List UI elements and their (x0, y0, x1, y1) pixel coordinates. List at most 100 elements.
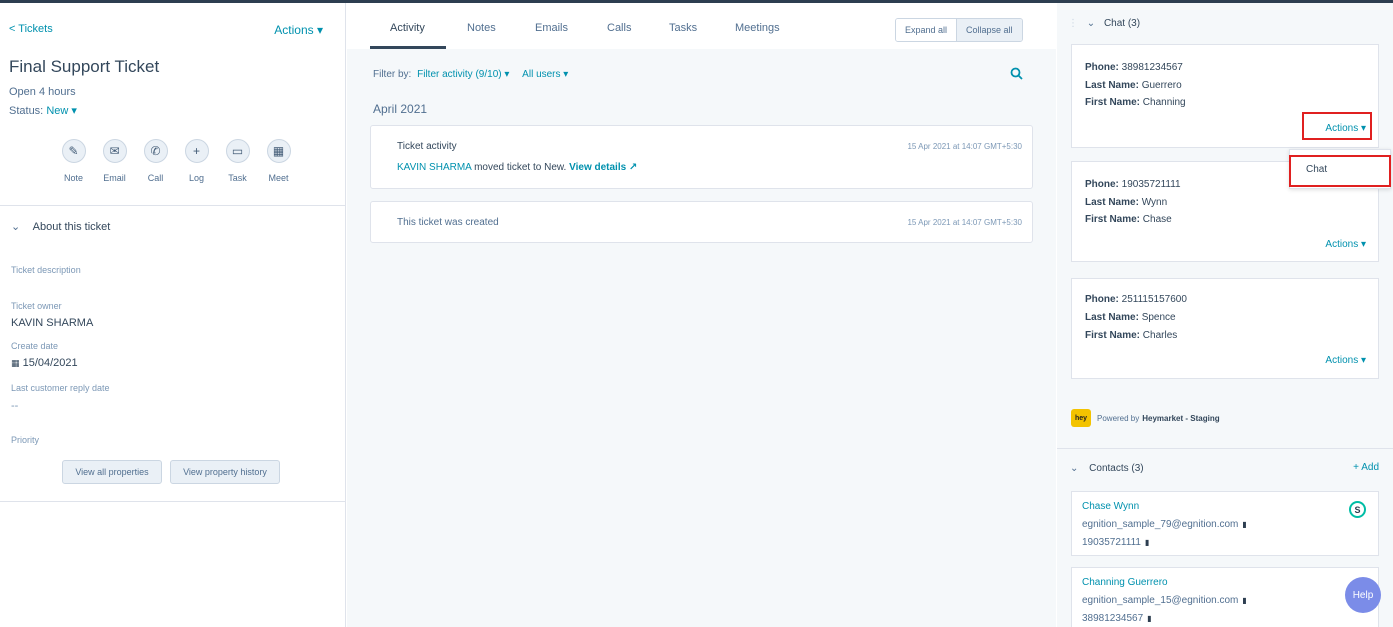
activity-description: KAVIN SHARMA moved ticket to New. View d… (397, 162, 637, 173)
priority-label: Priority (11, 435, 40, 445)
powered-name: Heymarket - Staging (1142, 413, 1220, 423)
divider (0, 205, 345, 206)
copy-icon[interactable]: ▮ (1145, 538, 1149, 547)
drag-handle-icon[interactable]: ⋮ (1068, 18, 1078, 29)
activity-tabs: Activity Notes Emails Calls Tasks Meetin… (347, 3, 1056, 49)
chat-actions-dropdown[interactable]: Actions ▾ (1325, 355, 1366, 366)
create-date-value[interactable]: ▦ 15/04/2021 (11, 357, 78, 369)
heymarket-logo: hey (1071, 409, 1091, 427)
tab-emails[interactable]: Emails (535, 22, 568, 34)
ticket-description-label: Ticket description (11, 265, 81, 275)
log-label: Log (188, 173, 205, 183)
view-details-link[interactable]: View details ↗ (569, 162, 637, 173)
ticket-actions-dropdown[interactable]: Actions ▾ (274, 23, 323, 37)
tab-meetings[interactable]: Meetings (735, 22, 780, 34)
quick-actions: ✎ Note ✉ Email ✆ Call + Log ▭ Task ▦ Mee… (53, 139, 299, 183)
status-dropdown[interactable]: New ▾ (46, 105, 77, 117)
status-label: Status: (9, 105, 44, 117)
copy-icon[interactable]: ▮ (1242, 596, 1246, 605)
tab-tasks[interactable]: Tasks (669, 22, 697, 34)
email-action[interactable]: ✉ Email (94, 139, 135, 183)
s-badge-icon[interactable]: S (1349, 501, 1366, 518)
ticket-open-duration: Open 4 hours (9, 86, 76, 98)
chat-phone: Phone: 19035721111 (1085, 179, 1181, 190)
meet-action[interactable]: ▦ Meet (258, 139, 299, 183)
note-action[interactable]: ✎ Note (53, 139, 94, 183)
back-to-tickets-link[interactable]: < Tickets (9, 23, 53, 35)
highlight-box (1289, 155, 1391, 187)
phone-icon: ✆ (143, 139, 168, 163)
chat-header: Chat (3) (1103, 18, 1141, 29)
contact-card: Channing Guerrero egnition_sample_15@egn… (1071, 567, 1379, 627)
ticket-title: Final Support Ticket (9, 57, 160, 76)
chat-first-name: First Name: Chase (1085, 214, 1172, 225)
calendar-icon: ▦ (266, 139, 291, 163)
meet-label: Meet (268, 173, 289, 183)
view-all-properties-button[interactable]: View all properties (62, 460, 162, 484)
copy-icon[interactable]: ▮ (1147, 614, 1151, 623)
activity-heading: This ticket was created (397, 217, 499, 228)
calendar-icon: ▦ (11, 358, 20, 368)
log-action[interactable]: + Log (176, 139, 217, 183)
activity-card[interactable]: Ticket activity 15 Apr 2021 at 14:07 GMT… (370, 125, 1033, 189)
view-property-history-button[interactable]: View property history (170, 460, 280, 484)
search-icon[interactable] (1010, 67, 1023, 83)
chevron-down-icon: ⌄ (1086, 18, 1096, 29)
call-action[interactable]: ✆ Call (135, 139, 176, 183)
activity-text: moved ticket to New. (474, 162, 567, 173)
collapse-all-button[interactable]: Collapse all (956, 19, 1022, 41)
tab-calls[interactable]: Calls (607, 22, 631, 34)
highlight-box (1302, 112, 1372, 140)
filter-bar: Filter by: Filter activity (9/10) ▾ All … (373, 69, 568, 80)
ticket-owner-label: Ticket owner (11, 301, 62, 311)
contact-email: egnition_sample_79@egnition.com ▮ (1082, 519, 1247, 530)
activity-panel: Activity Notes Emails Calls Tasks Meetin… (347, 3, 1056, 627)
contact-name-link[interactable]: Channing Guerrero (1082, 577, 1168, 588)
note-label: Note (63, 173, 83, 183)
chat-card: Phone: 251115157600 Last Name: Spence Fi… (1071, 278, 1379, 379)
actor-link[interactable]: KAVIN SHARMA (397, 162, 471, 173)
activity-timestamp: 15 Apr 2021 at 14:07 GMT+5:30 (907, 142, 1022, 151)
powered-by: hey Powered by Heymarket - Staging (1071, 409, 1220, 427)
contact-email: egnition_sample_15@egnition.com ▮ (1082, 595, 1247, 606)
chat-section-toggle[interactable]: ⋮ ⌄ Chat (3) (1068, 18, 1140, 29)
contact-phone: 19035721111 ▮ (1082, 537, 1150, 548)
chat-last-name: Last Name: Wynn (1085, 197, 1168, 208)
contact-card: Chase Wynn egnition_sample_79@egnition.c… (1071, 491, 1379, 556)
ticket-owner-value[interactable]: KAVIN SHARMA (11, 317, 93, 329)
powered-prefix: Powered by (1097, 413, 1140, 423)
chat-actions-dropdown[interactable]: Actions ▾ (1325, 239, 1366, 250)
email-label: Email (103, 173, 126, 183)
note-icon: ✎ (61, 139, 86, 163)
divider (1057, 448, 1393, 449)
chat-first-name: First Name: Channing (1085, 97, 1186, 108)
help-button[interactable]: Help (1345, 577, 1381, 613)
last-reply-value[interactable]: -- (11, 400, 18, 412)
tab-activity[interactable]: Activity (390, 22, 425, 34)
plus-icon: + (184, 139, 209, 163)
filter-activity-dropdown[interactable]: Filter activity (9/10) ▾ (417, 69, 509, 80)
email-icon: ✉ (102, 139, 127, 163)
active-tab-indicator (370, 46, 446, 49)
month-heading: April 2021 (373, 102, 428, 116)
divider (0, 501, 345, 502)
chat-phone: Phone: 251115157600 (1085, 294, 1187, 305)
chevron-down-icon: ⌄ (1070, 463, 1079, 474)
about-section-toggle[interactable]: ⌄ About this ticket (11, 220, 110, 233)
chat-last-name: Last Name: Guerrero (1085, 80, 1182, 91)
contacts-section-toggle[interactable]: ⌄ Contacts (3) (1070, 463, 1144, 474)
tab-notes[interactable]: Notes (467, 22, 496, 34)
create-date-label: Create date (11, 341, 59, 351)
task-label: Task (228, 173, 247, 183)
filter-by-label: Filter by: (373, 69, 412, 80)
all-users-dropdown[interactable]: All users ▾ (522, 69, 568, 80)
contact-name-link[interactable]: Chase Wynn (1082, 501, 1139, 512)
activity-heading: Ticket activity (397, 141, 457, 152)
expand-all-button[interactable]: Expand all (896, 19, 957, 41)
copy-icon[interactable]: ▮ (1242, 520, 1246, 529)
activity-card[interactable]: This ticket was created 15 Apr 2021 at 1… (370, 201, 1033, 243)
chat-last-name: Last Name: Spence (1085, 312, 1176, 323)
task-action[interactable]: ▭ Task (217, 139, 258, 183)
add-contact-button[interactable]: + Add (1353, 462, 1379, 473)
contacts-header: Contacts (3) (1089, 463, 1144, 474)
